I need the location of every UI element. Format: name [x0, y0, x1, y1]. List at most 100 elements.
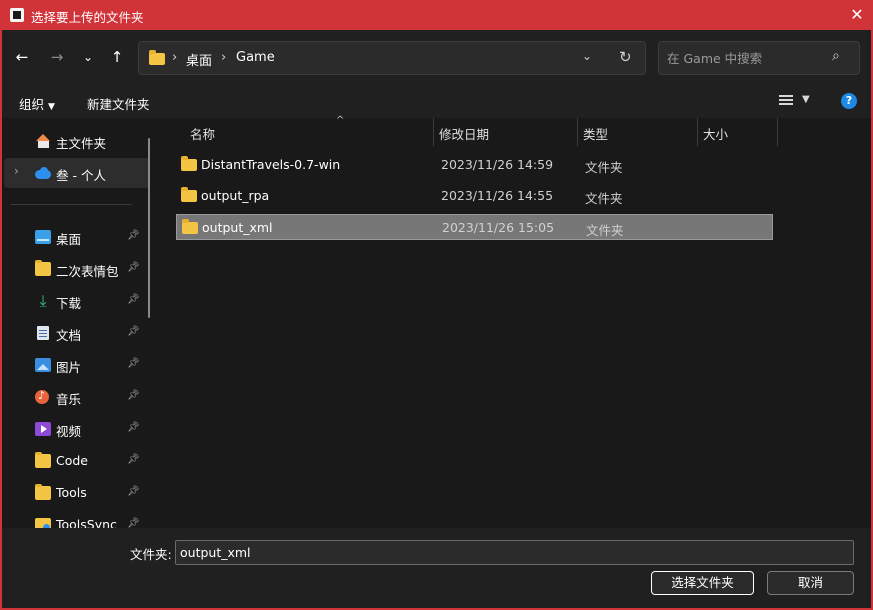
column-header-type[interactable]: 类型 [583, 118, 693, 146]
pin-icon: 📌︎ [127, 326, 140, 337]
file-name: output_xml [202, 220, 273, 235]
caret-down-icon: ▼ [48, 102, 55, 112]
navigation-pane: 主文件夹 › 叁 - 个人 桌面 📌︎ 二次表情包 📌︎ ⤓ 下载 📌︎ 文档 … [2, 118, 159, 528]
nav-item-stickers[interactable]: 二次表情包 📌︎ [4, 254, 150, 284]
refresh-icon: ↻ [619, 48, 632, 66]
breadcrumb-game[interactable]: Game [236, 50, 275, 65]
file-row-selected[interactable]: output_xml 2023/11/26 15:05 文件夹 [176, 214, 773, 240]
window-title: 选择要上传的文件夹 [31, 10, 144, 25]
file-modified: 2023/11/26 15:05 [442, 220, 555, 235]
file-modified: 2023/11/26 14:55 [441, 188, 554, 203]
download-icon: ⤓ [39, 291, 47, 310]
view-options-button[interactable] [777, 93, 795, 109]
file-row[interactable]: DistantTravels-0.7-win 2023/11/26 14:59 … [176, 152, 773, 178]
music-icon [35, 389, 49, 404]
refresh-button[interactable]: ↻ [619, 48, 632, 66]
pin-icon: 📌︎ [127, 454, 140, 465]
nav-item-onedrive[interactable]: › 叁 - 个人 [4, 158, 150, 188]
caret-down-icon[interactable]: ▼ [802, 94, 810, 105]
file-list: 名称 ^ 修改日期 类型 大小 DistantTravels-0.7-win 2… [160, 115, 871, 528]
search-input[interactable] [667, 49, 827, 67]
column-label: 名称 [190, 127, 216, 142]
column-header-name[interactable]: 名称 ^ [190, 115, 430, 146]
pin-icon: 📌︎ [127, 230, 140, 241]
help-icon[interactable]: ? [841, 93, 857, 109]
folder-icon [35, 484, 51, 500]
close-button[interactable]: ✕ [845, 3, 869, 27]
nav-item-label: 叁 - 个人 [56, 168, 106, 183]
pin-icon: 📌︎ [127, 518, 140, 528]
folder-name-label: 文件夹: [130, 547, 172, 562]
column-divider[interactable] [777, 118, 778, 146]
forward-button[interactable]: → [46, 46, 68, 68]
home-icon [35, 134, 51, 148]
video-icon [35, 422, 51, 436]
pictures-icon [35, 358, 51, 372]
nav-item-home[interactable]: 主文件夹 [4, 126, 150, 156]
nav-item-downloads[interactable]: ⤓ 下载 📌︎ [4, 286, 150, 316]
nav-item-label: ToolsSync [56, 517, 117, 528]
address-history-dropdown[interactable]: ⌄ [582, 49, 592, 63]
chevron-down-icon: ⌄ [582, 49, 593, 63]
document-icon [37, 326, 49, 340]
nav-item-label: 视频 [56, 424, 82, 439]
column-divider[interactable] [433, 118, 434, 146]
nav-item-label: Tools [56, 485, 87, 500]
footer-bar: 文件夹: 选择文件夹 取消 [2, 528, 871, 608]
chevron-down-icon: ⌄ [82, 50, 94, 64]
column-divider[interactable] [697, 118, 698, 146]
column-divider[interactable] [577, 118, 578, 146]
search-icon[interactable]: ⌕ [832, 48, 840, 64]
breadcrumb-desktop[interactable]: 桌面 [186, 50, 212, 69]
folder-icon [35, 260, 51, 276]
file-row[interactable]: output_rpa 2023/11/26 14:55 文件夹 [176, 183, 773, 209]
dialog-content: ← → ⌄ ↑ › 桌面 › Game ⌄ ↻ ⌕ 组织 ▼ 新建文件夹 [2, 30, 871, 608]
column-header-size[interactable]: 大小 [703, 118, 773, 146]
file-modified: 2023/11/26 14:59 [441, 157, 554, 172]
organize-label: 组织 [19, 97, 45, 112]
nav-item-code[interactable]: Code 📌︎ [4, 446, 150, 476]
pin-icon: 📌︎ [127, 486, 140, 497]
back-button[interactable]: ← [11, 46, 33, 68]
pin-icon: 📌︎ [127, 422, 140, 433]
file-picker-window: 选择要上传的文件夹 ✕ ← → ⌄ ↑ › 桌面 › Game ⌄ ↻ ⌕ [0, 0, 873, 610]
nav-item-toolssync[interactable]: ToolsSync 📌︎ [4, 510, 150, 528]
command-bar: 组织 ▼ 新建文件夹 ▼ ? [2, 86, 871, 118]
up-button[interactable]: ↑ [106, 46, 128, 68]
column-header-modified[interactable]: 修改日期 [439, 118, 579, 146]
nav-item-music[interactable]: 音乐 📌︎ [4, 382, 150, 412]
breadcrumb-separator: › [172, 50, 178, 65]
file-name: output_rpa [201, 188, 270, 203]
arrow-left-icon: ← [15, 48, 29, 66]
cancel-button[interactable]: 取消 [767, 571, 854, 595]
nav-item-desktop[interactable]: 桌面 📌︎ [4, 222, 150, 252]
folder-icon [181, 187, 197, 202]
onedrive-cloud-icon [35, 166, 51, 180]
column-label: 修改日期 [439, 127, 490, 142]
recent-locations-button[interactable]: ⌄ [77, 46, 99, 68]
sort-ascending-icon: ^ [336, 115, 345, 126]
nav-item-label: 桌面 [56, 232, 82, 247]
nav-item-pictures[interactable]: 图片 📌︎ [4, 350, 150, 380]
new-folder-button[interactable]: 新建文件夹 [87, 94, 150, 113]
folder-name-input[interactable] [175, 540, 854, 565]
folder-icon [149, 50, 165, 65]
search-box: ⌕ [658, 41, 860, 75]
nav-scrollbar[interactable] [148, 138, 150, 318]
title-bar[interactable]: 选择要上传的文件夹 ✕ [0, 0, 873, 30]
organize-menu[interactable]: 组织 ▼ [19, 94, 55, 113]
file-name: DistantTravels-0.7-win [201, 157, 341, 172]
nav-item-documents[interactable]: 文档 📌︎ [4, 318, 150, 348]
nav-item-label: Code [56, 453, 89, 468]
arrow-right-icon: → [50, 48, 64, 66]
folder-icon [181, 156, 197, 171]
address-bar[interactable]: › 桌面 › Game ⌄ ↻ [138, 41, 646, 75]
column-label: 大小 [703, 127, 729, 142]
nav-item-label: 主文件夹 [56, 136, 107, 151]
chevron-right-icon[interactable]: › [14, 164, 19, 178]
select-folder-button[interactable]: 选择文件夹 [651, 571, 754, 595]
nav-divider [10, 204, 132, 205]
nav-item-videos[interactable]: 视频 📌︎ [4, 414, 150, 444]
nav-item-tools[interactable]: Tools 📌︎ [4, 478, 150, 508]
nav-item-label: 二次表情包 [56, 264, 119, 279]
